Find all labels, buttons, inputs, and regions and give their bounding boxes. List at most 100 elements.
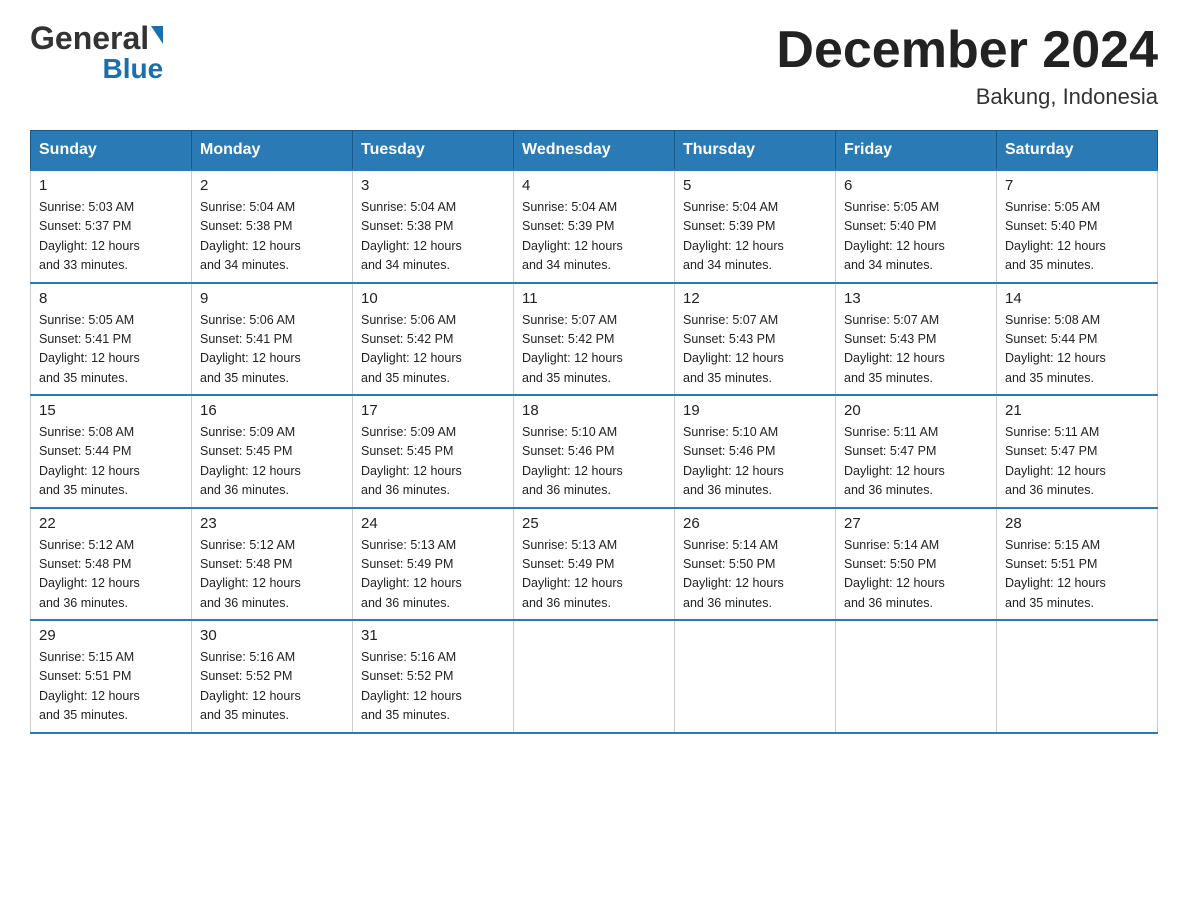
day-info-line: Sunset: 5:40 PM — [1005, 217, 1149, 236]
day-number: 19 — [683, 402, 827, 419]
day-info: Sunrise: 5:13 AMSunset: 5:49 PMDaylight:… — [522, 536, 666, 614]
day-info: Sunrise: 5:14 AMSunset: 5:50 PMDaylight:… — [844, 536, 988, 614]
table-row: 24 Sunrise: 5:13 AMSunset: 5:49 PMDayligh… — [353, 508, 514, 621]
day-info-line: Daylight: 12 hours — [844, 349, 988, 368]
day-info: Sunrise: 5:04 AMSunset: 5:39 PMDaylight:… — [522, 198, 666, 276]
day-number: 9 — [200, 290, 344, 307]
day-info-line: Daylight: 12 hours — [1005, 574, 1149, 593]
table-row: 18 Sunrise: 5:10 AMSunset: 5:46 PMDayligh… — [514, 395, 675, 508]
day-info-line: Daylight: 12 hours — [39, 687, 183, 706]
day-number: 24 — [361, 515, 505, 532]
day-info-line: Sunrise: 5:08 AM — [1005, 311, 1149, 330]
day-info-line: Sunrise: 5:10 AM — [683, 423, 827, 442]
day-info-line: Sunset: 5:41 PM — [39, 330, 183, 349]
day-number: 15 — [39, 402, 183, 419]
table-row: 26Sunrise: 5:14 AMSunset: 5:50 PMDayligh… — [675, 508, 836, 621]
day-info-line: Daylight: 12 hours — [1005, 349, 1149, 368]
day-info-line: Sunset: 5:50 PM — [844, 555, 988, 574]
day-number: 18 — [522, 402, 666, 419]
day-info: Sunrise: 5:08 AMSunset: 5:44 PMDaylight:… — [39, 423, 183, 501]
day-number: 5 — [683, 177, 827, 194]
day-info: Sunrise: 5:10 AMSunset: 5:46 PMDaylight:… — [683, 423, 827, 501]
day-info-line: and 36 minutes. — [200, 481, 344, 500]
day-number: 13 — [844, 290, 988, 307]
day-info-line: Sunset: 5:51 PM — [1005, 555, 1149, 574]
day-info-line: Sunset: 5:49 PM — [522, 555, 666, 574]
day-info-line: and 34 minutes. — [844, 256, 988, 275]
day-info-line: Sunrise: 5:09 AM — [361, 423, 505, 442]
day-info: Sunrise: 5:09 AMSunset: 5:45 PMDaylight:… — [200, 423, 344, 501]
table-row: 29 Sunrise: 5:15 AMSunset: 5:51 PMDayligh… — [31, 620, 192, 733]
day-info-line: and 35 minutes. — [1005, 256, 1149, 275]
calendar-week-5: 29 Sunrise: 5:15 AMSunset: 5:51 PMDayligh… — [31, 620, 1158, 733]
day-info-line: and 34 minutes. — [683, 256, 827, 275]
day-info: Sunrise: 5:03 AMSunset: 5:37 PMDaylight:… — [39, 198, 183, 276]
day-info: Sunrise: 5:05 AMSunset: 5:41 PMDaylight:… — [39, 311, 183, 389]
day-info-line: Daylight: 12 hours — [522, 349, 666, 368]
day-info-line: and 36 minutes. — [361, 481, 505, 500]
day-info-line: Sunrise: 5:12 AM — [200, 536, 344, 555]
day-info-line: Sunset: 5:50 PM — [683, 555, 827, 574]
day-info-line: and 35 minutes. — [1005, 594, 1149, 613]
day-info-line: and 34 minutes. — [200, 256, 344, 275]
day-number: 29 — [39, 627, 183, 644]
day-info-line: Sunrise: 5:11 AM — [1005, 423, 1149, 442]
day-info-line: Sunset: 5:43 PM — [844, 330, 988, 349]
day-info-line: Daylight: 12 hours — [1005, 462, 1149, 481]
day-info-line: Sunrise: 5:14 AM — [844, 536, 988, 555]
table-row: 5Sunrise: 5:04 AMSunset: 5:39 PMDaylight… — [675, 170, 836, 283]
day-info-line: Sunrise: 5:15 AM — [1005, 536, 1149, 555]
calendar-week-1: 1 Sunrise: 5:03 AMSunset: 5:37 PMDaylight… — [31, 170, 1158, 283]
day-info-line: Daylight: 12 hours — [200, 349, 344, 368]
day-info-line: Sunset: 5:41 PM — [200, 330, 344, 349]
day-info-line: Daylight: 12 hours — [361, 349, 505, 368]
col-thursday: Thursday — [675, 131, 836, 171]
day-info-line: Sunrise: 5:14 AM — [683, 536, 827, 555]
day-info-line: Daylight: 12 hours — [361, 462, 505, 481]
day-info-line: Sunrise: 5:07 AM — [522, 311, 666, 330]
day-info: Sunrise: 5:06 AMSunset: 5:41 PMDaylight:… — [200, 311, 344, 389]
day-info-line: Sunset: 5:44 PM — [39, 442, 183, 461]
logo-blue-text: Blue — [102, 53, 163, 85]
day-info-line: Sunset: 5:48 PM — [200, 555, 344, 574]
calendar-table: Sunday Monday Tuesday Wednesday Thursday… — [30, 130, 1158, 734]
day-info: Sunrise: 5:10 AMSunset: 5:46 PMDaylight:… — [522, 423, 666, 501]
day-info-line: Sunrise: 5:12 AM — [39, 536, 183, 555]
day-info-line: and 35 minutes. — [200, 706, 344, 725]
table-row: 14Sunrise: 5:08 AMSunset: 5:44 PMDayligh… — [997, 283, 1158, 396]
day-info: Sunrise: 5:05 AMSunset: 5:40 PMDaylight:… — [844, 198, 988, 276]
day-info-line: Sunset: 5:38 PM — [361, 217, 505, 236]
day-info-line: Sunrise: 5:13 AM — [361, 536, 505, 555]
day-info-line: Sunset: 5:49 PM — [361, 555, 505, 574]
table-row: 6Sunrise: 5:05 AMSunset: 5:40 PMDaylight… — [836, 170, 997, 283]
day-info-line: and 36 minutes. — [39, 594, 183, 613]
day-info-line: and 36 minutes. — [522, 481, 666, 500]
day-info-line: and 36 minutes. — [844, 481, 988, 500]
table-row: 22Sunrise: 5:12 AMSunset: 5:48 PMDayligh… — [31, 508, 192, 621]
day-info-line: Sunset: 5:51 PM — [39, 667, 183, 686]
day-info-line: Sunrise: 5:04 AM — [683, 198, 827, 217]
day-info-line: and 36 minutes. — [361, 594, 505, 613]
day-info: Sunrise: 5:07 AMSunset: 5:42 PMDaylight:… — [522, 311, 666, 389]
day-info-line: Sunset: 5:46 PM — [683, 442, 827, 461]
day-info-line: and 35 minutes. — [39, 369, 183, 388]
day-info-line: Daylight: 12 hours — [361, 574, 505, 593]
day-number: 28 — [1005, 515, 1149, 532]
day-info-line: Daylight: 12 hours — [844, 237, 988, 256]
day-number: 26 — [683, 515, 827, 532]
day-info-line: Sunrise: 5:06 AM — [361, 311, 505, 330]
day-info: Sunrise: 5:16 AMSunset: 5:52 PMDaylight:… — [200, 648, 344, 726]
day-info-line: Sunrise: 5:06 AM — [200, 311, 344, 330]
day-info-line: Sunset: 5:43 PM — [683, 330, 827, 349]
day-info: Sunrise: 5:15 AMSunset: 5:51 PMDaylight:… — [39, 648, 183, 726]
day-number: 11 — [522, 290, 666, 307]
table-row — [514, 620, 675, 733]
day-number: 1 — [39, 177, 183, 194]
table-row: 15 Sunrise: 5:08 AMSunset: 5:44 PMDayligh… — [31, 395, 192, 508]
table-row: 27Sunrise: 5:14 AMSunset: 5:50 PMDayligh… — [836, 508, 997, 621]
day-number: 23 — [200, 515, 344, 532]
day-info-line: Sunrise: 5:11 AM — [844, 423, 988, 442]
day-info-line: and 36 minutes. — [683, 481, 827, 500]
col-friday: Friday — [836, 131, 997, 171]
day-info-line: Daylight: 12 hours — [200, 687, 344, 706]
